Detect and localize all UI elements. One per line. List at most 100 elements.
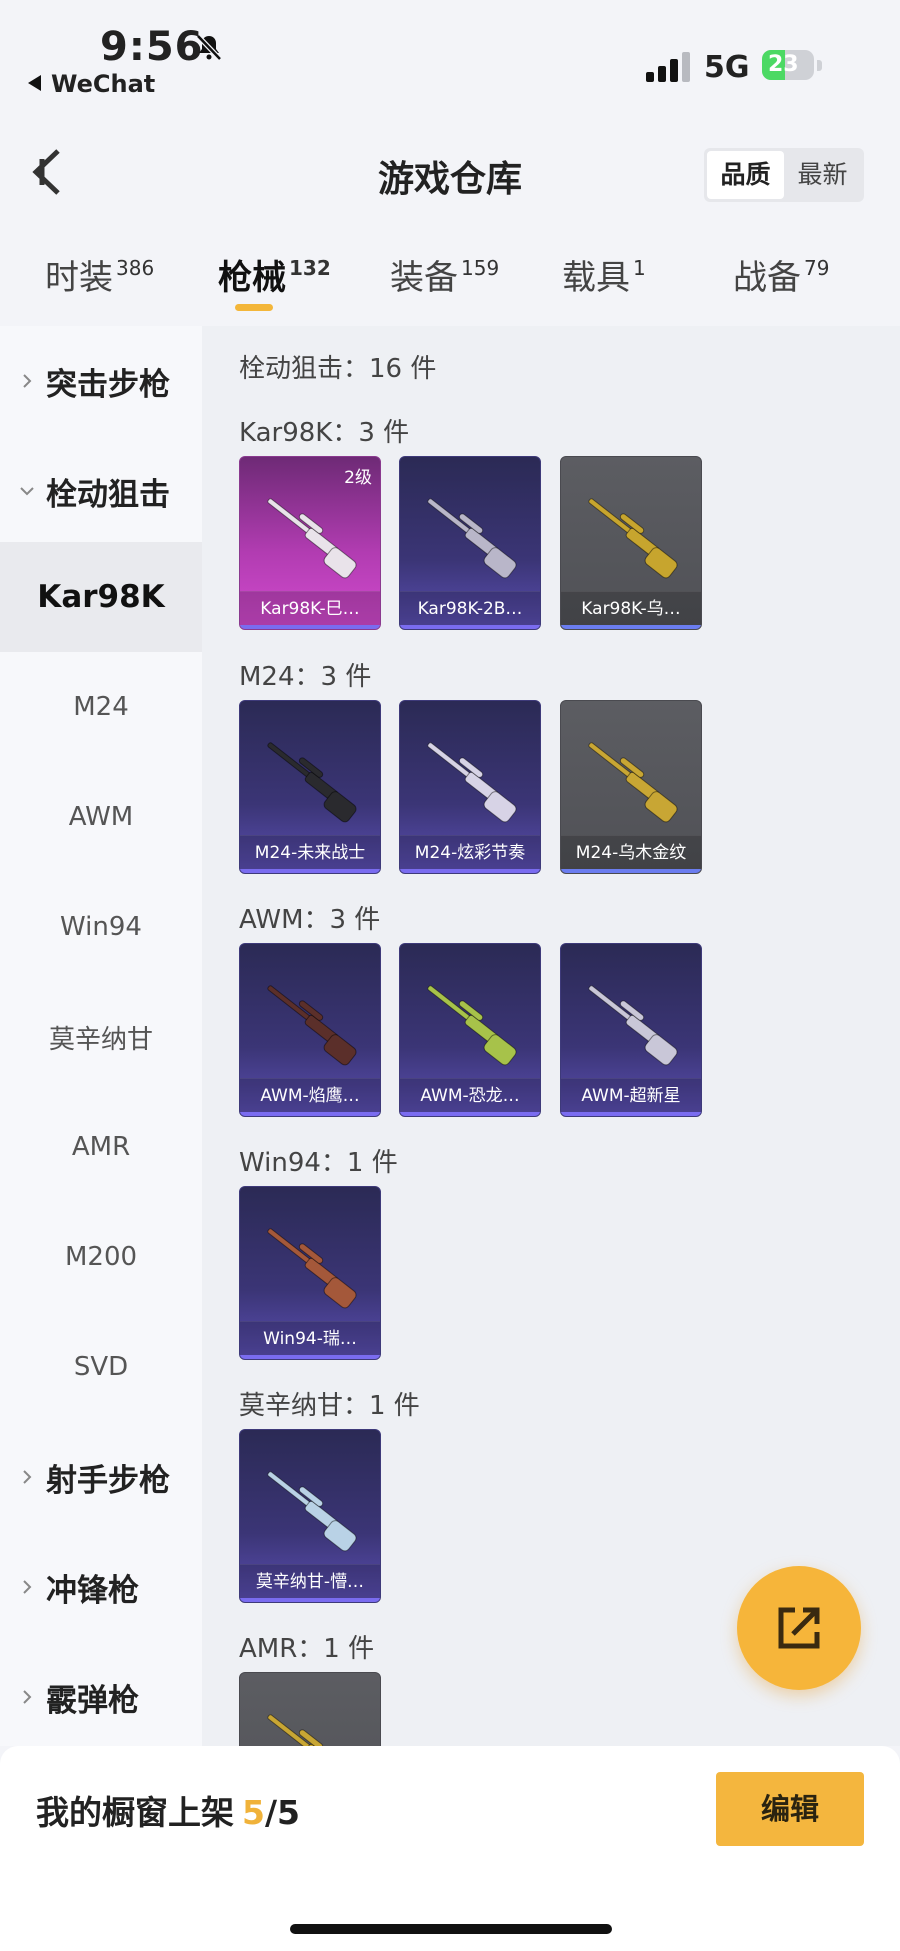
tab-vehicles[interactable]: 载具 1 (562, 250, 646, 299)
weapon-skin-name: M24-炫彩节奏 (400, 835, 540, 869)
sort-toggle: 品质 最新 (704, 148, 864, 202)
sidebar-item-label: 莫辛纳甘 (48, 1024, 153, 1055)
chevron-down-icon (20, 487, 34, 496)
rarity-bar (240, 625, 380, 629)
sidebar-item[interactable]: SVD (0, 1312, 202, 1422)
sidebar-item[interactable]: 栓动狙击 (0, 436, 202, 546)
bottom-bar: 我的橱窗上架 5/5 编辑 (0, 1746, 900, 1951)
sidebar-item[interactable]: 冲锋枪 (0, 1532, 202, 1642)
active-tab-indicator (235, 304, 273, 311)
tab-count: 132 (289, 256, 331, 280)
battery-level: 23 (768, 52, 799, 77)
rarity-bar (400, 625, 540, 629)
sidebar-item[interactable]: M24 (0, 652, 202, 762)
weapon-skin-name: M24-未来战士 (240, 835, 380, 869)
weapon-skin-name: 莫辛纳甘-懵… (240, 1564, 380, 1598)
sidebar-item[interactable]: 突击步枪 (0, 326, 202, 436)
bell-muted-icon (196, 34, 222, 61)
tab-fashion[interactable]: 时装 386 (45, 250, 154, 299)
sidebar-item-label: 突击步枪 (46, 366, 170, 403)
weapon-skin-card[interactable]: 2级 Kar98K-巳… (239, 456, 381, 630)
section-header: 莫辛纳甘：1 件 (239, 1391, 420, 1421)
back-app-label: WeChat (51, 70, 156, 98)
category-tabs: 时装 386 枪械 132 装备 159 载具 1 战备 79 (0, 238, 900, 318)
tab-count: 159 (461, 256, 500, 280)
sidebar-item[interactable]: 射手步枪 (0, 1422, 202, 1532)
sidebar-item-label: AWM (68, 802, 134, 832)
sort-latest-button[interactable]: 最新 (784, 151, 861, 199)
sidebar-item[interactable]: AWM (0, 762, 202, 872)
rarity-bar (400, 869, 540, 873)
sort-quality-button[interactable]: 品质 (707, 151, 784, 199)
sidebar-item-label: M24 (73, 692, 129, 722)
status-bar: 9:56 WeChat 5G 23 (0, 0, 900, 110)
back-to-app-link[interactable]: WeChat (28, 70, 155, 98)
sidebar-item[interactable]: Kar98K (0, 542, 202, 652)
weapon-skin-card[interactable]: Kar98K-2B… (399, 456, 541, 630)
weapon-type-sidebar: 突击步枪栓动狙击 Kar98K M24 AWM Win94 莫辛纳甘 AMR M200 SVD 射… (0, 326, 202, 1746)
tab-label: 载具 (562, 258, 630, 298)
weapon-skin-card[interactable] (239, 1672, 381, 1746)
sidebar-item[interactable]: AMR (0, 1092, 202, 1202)
showcase-status: 我的橱窗上架 5/5 (36, 1786, 300, 1834)
sidebar-item-label: 射手步枪 (46, 1462, 170, 1499)
tab-equipment[interactable]: 装备 159 (390, 250, 499, 299)
battery-tip (817, 60, 822, 71)
sidebar-item-label: Win94 (60, 912, 142, 942)
tab-weapons[interactable]: 枪械 132 (218, 250, 331, 299)
sidebar-item[interactable]: Win94 (0, 872, 202, 982)
rifle-icon (427, 985, 517, 1066)
weapon-skin-card[interactable]: Kar98K-乌… (560, 456, 702, 630)
level-badge: 2级 (344, 468, 372, 488)
tab-supplies[interactable]: 战备 79 (733, 250, 829, 299)
sidebar-item-label: 霰弹枪 (46, 1682, 139, 1719)
sidebar-item[interactable]: 霰弹枪 (0, 1642, 202, 1752)
chevron-right-icon (23, 1580, 32, 1594)
rarity-bar (561, 869, 701, 873)
battery-icon: 23 (762, 50, 814, 80)
rifle-icon (267, 742, 357, 823)
edit-button[interactable]: 编辑 (716, 1772, 864, 1846)
rifle-icon (588, 498, 678, 579)
sidebar-item-label: Kar98K (37, 579, 165, 615)
rifle-icon (267, 1714, 339, 1746)
category-count-header: 栓动狙击：16 件 (239, 354, 437, 384)
sidebar-item-label: M200 (64, 1242, 138, 1272)
weapon-skin-card[interactable]: AWM-超新星 (560, 943, 702, 1117)
signal-icon (646, 52, 690, 82)
home-indicator[interactable] (290, 1924, 612, 1934)
sidebar-item-label: AMR (71, 1132, 131, 1162)
rarity-bar (240, 869, 380, 873)
sidebar-item-label: SVD (73, 1352, 129, 1382)
weapon-skin-card[interactable]: M24-未来战士 (239, 700, 381, 874)
weapon-skin-name: Kar98K-2B… (400, 591, 540, 625)
back-triangle-icon (28, 75, 41, 91)
tab-count: 1 (633, 256, 646, 280)
share-button[interactable] (737, 1566, 861, 1690)
sidebar-item-label: 栓动狙击 (46, 476, 170, 513)
rarity-bar (240, 1112, 380, 1116)
showcase-label: 我的橱窗上架 (36, 1793, 234, 1832)
weapon-skin-card[interactable]: M24-乌木金纹 (560, 700, 702, 874)
weapon-skin-name: AWM-焰鹰… (240, 1078, 380, 1112)
rifle-icon (427, 498, 517, 579)
sidebar-item[interactable]: M200 (0, 1202, 202, 1312)
rarity-bar (240, 1355, 380, 1359)
weapon-skin-name: Win94-瑞… (240, 1321, 380, 1355)
weapon-skin-card[interactable]: M24-炫彩节奏 (399, 700, 541, 874)
weapon-skin-card[interactable]: 莫辛纳甘-懵… (239, 1429, 381, 1603)
rarity-bar (561, 625, 701, 629)
section-header: M24：3 件 (239, 662, 372, 692)
rarity-bar (240, 1598, 380, 1602)
weapon-list: 栓动狙击：16 件 Kar98K：3 件 2级 Kar98K-巳… Kar98K-2B… (202, 326, 900, 1746)
sidebar-item[interactable]: 莫辛纳甘 (0, 982, 202, 1092)
showcase-total: /5 (264, 1793, 300, 1832)
weapon-skin-card[interactable]: Win94-瑞… (239, 1186, 381, 1360)
weapon-skin-card[interactable]: AWM-焰鹰… (239, 943, 381, 1117)
weapon-skin-card[interactable]: AWM-恐龙… (399, 943, 541, 1117)
showcase-current: 5 (242, 1793, 265, 1832)
weapon-skin-name: AWM-恐龙… (400, 1078, 540, 1112)
rifle-icon (267, 1471, 357, 1552)
rifle-icon (427, 742, 517, 823)
weapon-skin-name: Kar98K-乌… (561, 591, 701, 625)
